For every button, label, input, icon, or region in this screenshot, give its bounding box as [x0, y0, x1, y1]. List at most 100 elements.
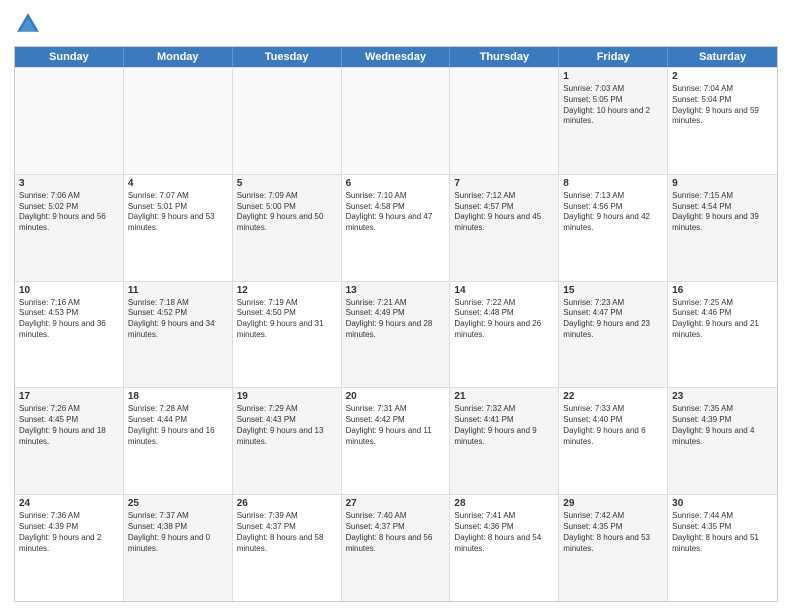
calendar-cell: 3 Sunrise: 7:06 AM Sunset: 5:02 PM Daylig…	[15, 175, 124, 281]
day-number: 28	[454, 498, 554, 509]
calendar-cell: 10 Sunrise: 7:16 AM Sunset: 4:53 PM Dayli…	[15, 282, 124, 388]
calendar-cell: 8 Sunrise: 7:13 AM Sunset: 4:56 PM Daylig…	[559, 175, 668, 281]
day-number: 23	[672, 391, 773, 402]
calendar-cell: 17Sunrise: 7:26 AM Sunset: 4:45 PM Dayli…	[15, 388, 124, 494]
cell-daylight-info: Sunrise: 7:25 AM Sunset: 4:46 PM Dayligh…	[672, 298, 773, 341]
cell-daylight-info: Sunrise: 7:13 AM Sunset: 4:56 PM Dayligh…	[563, 191, 663, 234]
calendar-cell: 29Sunrise: 7:42 AM Sunset: 4:35 PM Dayli…	[559, 495, 668, 601]
logo-icon	[14, 10, 42, 38]
day-number: 13	[346, 285, 446, 296]
calendar-cell: 15 Sunrise: 7:23 AM Sunset: 4:47 PM Dayli…	[559, 282, 668, 388]
calendar-cell: 13 Sunrise: 7:21 AM Sunset: 4:49 PM Dayli…	[342, 282, 451, 388]
day-of-week-header: Monday	[124, 47, 233, 67]
day-number: 24	[19, 498, 119, 509]
calendar-cell	[342, 68, 451, 174]
day-number: 14	[454, 285, 554, 296]
cell-daylight-info: Sunrise: 7:23 AM Sunset: 4:47 PM Dayligh…	[563, 298, 663, 341]
calendar-header: SundayMondayTuesdayWednesdayThursdayFrid…	[15, 47, 777, 67]
calendar-cell: 23Sunrise: 7:35 AM Sunset: 4:39 PM Dayli…	[668, 388, 777, 494]
cell-daylight-info: Sunrise: 7:06 AM Sunset: 5:02 PM Dayligh…	[19, 191, 119, 234]
day-number: 27	[346, 498, 446, 509]
calendar-cell: 7 Sunrise: 7:12 AM Sunset: 4:57 PM Daylig…	[450, 175, 559, 281]
day-number: 21	[454, 391, 554, 402]
calendar-cell: 2 Sunrise: 7:04 AM Sunset: 5:04 PM Daylig…	[668, 68, 777, 174]
day-number: 2	[672, 71, 773, 82]
calendar-cell	[124, 68, 233, 174]
day-number: 18	[128, 391, 228, 402]
calendar-cell: 27 Sunrise: 7:40 AM Sunset: 4:37 PM Dayli…	[342, 495, 451, 601]
day-number: 26	[237, 498, 337, 509]
day-number: 3	[19, 178, 119, 189]
calendar-cell: 22 Sunrise: 7:33 AM Sunset: 4:40 PM Dayli…	[559, 388, 668, 494]
cell-daylight-info: Sunrise: 7:10 AM Sunset: 4:58 PM Dayligh…	[346, 191, 446, 234]
calendar-cell: 6 Sunrise: 7:10 AM Sunset: 4:58 PM Daylig…	[342, 175, 451, 281]
cell-daylight-info: Sunrise: 7:03 AM Sunset: 5:05 PM Dayligh…	[563, 84, 663, 127]
cell-daylight-info: Sunrise: 7:31 AM Sunset: 4:42 PM Dayligh…	[346, 404, 446, 447]
calendar-cell	[450, 68, 559, 174]
calendar-cell: 21 Sunrise: 7:32 AM Sunset: 4:41 PM Dayli…	[450, 388, 559, 494]
cell-daylight-info: Sunrise: 7:12 AM Sunset: 4:57 PM Dayligh…	[454, 191, 554, 234]
day-number: 8	[563, 178, 663, 189]
calendar-cell: 18 Sunrise: 7:28 AM Sunset: 4:44 PM Dayli…	[124, 388, 233, 494]
calendar-body: 1 Sunrise: 7:03 AM Sunset: 5:05 PM Daylig…	[15, 67, 777, 601]
cell-daylight-info: Sunrise: 7:16 AM Sunset: 4:53 PM Dayligh…	[19, 298, 119, 341]
cell-daylight-info: Sunrise: 7:26 AM Sunset: 4:45 PM Dayligh…	[19, 404, 119, 447]
cell-daylight-info: Sunrise: 7:32 AM Sunset: 4:41 PM Dayligh…	[454, 404, 554, 447]
day-number: 12	[237, 285, 337, 296]
calendar-cell	[233, 68, 342, 174]
day-number: 30	[672, 498, 773, 509]
calendar-cell: 14Sunrise: 7:22 AM Sunset: 4:48 PM Dayli…	[450, 282, 559, 388]
day-number: 9	[672, 178, 773, 189]
cell-daylight-info: Sunrise: 7:15 AM Sunset: 4:54 PM Dayligh…	[672, 191, 773, 234]
day-of-week-header: Saturday	[668, 47, 777, 67]
cell-daylight-info: Sunrise: 7:04 AM Sunset: 5:04 PM Dayligh…	[672, 84, 773, 127]
calendar-cell: 16 Sunrise: 7:25 AM Sunset: 4:46 PM Dayli…	[668, 282, 777, 388]
cell-daylight-info: Sunrise: 7:42 AM Sunset: 4:35 PM Dayligh…	[563, 511, 663, 554]
calendar-week-row: 10 Sunrise: 7:16 AM Sunset: 4:53 PM Dayli…	[15, 281, 777, 388]
calendar-cell: 19 Sunrise: 7:29 AM Sunset: 4:43 PM Dayli…	[233, 388, 342, 494]
header	[14, 10, 778, 38]
cell-daylight-info: Sunrise: 7:19 AM Sunset: 4:50 PM Dayligh…	[237, 298, 337, 341]
cell-daylight-info: Sunrise: 7:21 AM Sunset: 4:49 PM Dayligh…	[346, 298, 446, 341]
calendar-cell: 4 Sunrise: 7:07 AM Sunset: 5:01 PM Daylig…	[124, 175, 233, 281]
calendar-cell: 5 Sunrise: 7:09 AM Sunset: 5:00 PM Daylig…	[233, 175, 342, 281]
day-number: 16	[672, 285, 773, 296]
day-of-week-header: Tuesday	[233, 47, 342, 67]
cell-daylight-info: Sunrise: 7:28 AM Sunset: 4:44 PM Dayligh…	[128, 404, 228, 447]
day-number: 6	[346, 178, 446, 189]
day-number: 15	[563, 285, 663, 296]
cell-daylight-info: Sunrise: 7:41 AM Sunset: 4:36 PM Dayligh…	[454, 511, 554, 554]
calendar-week-row: 17Sunrise: 7:26 AM Sunset: 4:45 PM Dayli…	[15, 387, 777, 494]
day-of-week-header: Friday	[559, 47, 668, 67]
day-number: 22	[563, 391, 663, 402]
cell-daylight-info: Sunrise: 7:09 AM Sunset: 5:00 PM Dayligh…	[237, 191, 337, 234]
calendar-cell: 28 Sunrise: 7:41 AM Sunset: 4:36 PM Dayli…	[450, 495, 559, 601]
cell-daylight-info: Sunrise: 7:29 AM Sunset: 4:43 PM Dayligh…	[237, 404, 337, 447]
day-number: 20	[346, 391, 446, 402]
calendar-cell: 26Sunrise: 7:39 AM Sunset: 4:37 PM Dayli…	[233, 495, 342, 601]
calendar-cell: 9 Sunrise: 7:15 AM Sunset: 4:54 PM Daylig…	[668, 175, 777, 281]
cell-daylight-info: Sunrise: 7:36 AM Sunset: 4:39 PM Dayligh…	[19, 511, 119, 554]
day-of-week-header: Sunday	[15, 47, 124, 67]
cell-daylight-info: Sunrise: 7:37 AM Sunset: 4:38 PM Dayligh…	[128, 511, 228, 554]
page: SundayMondayTuesdayWednesdayThursdayFrid…	[0, 0, 792, 612]
calendar-cell	[15, 68, 124, 174]
cell-daylight-info: Sunrise: 7:07 AM Sunset: 5:01 PM Dayligh…	[128, 191, 228, 234]
day-number: 7	[454, 178, 554, 189]
day-number: 25	[128, 498, 228, 509]
cell-daylight-info: Sunrise: 7:18 AM Sunset: 4:52 PM Dayligh…	[128, 298, 228, 341]
calendar-cell: 1 Sunrise: 7:03 AM Sunset: 5:05 PM Daylig…	[559, 68, 668, 174]
cell-daylight-info: Sunrise: 7:40 AM Sunset: 4:37 PM Dayligh…	[346, 511, 446, 554]
day-number: 4	[128, 178, 228, 189]
calendar-cell: 12 Sunrise: 7:19 AM Sunset: 4:50 PM Dayli…	[233, 282, 342, 388]
day-number: 19	[237, 391, 337, 402]
calendar-cell: 20 Sunrise: 7:31 AM Sunset: 4:42 PM Dayli…	[342, 388, 451, 494]
calendar-cell: 24 Sunrise: 7:36 AM Sunset: 4:39 PM Dayli…	[15, 495, 124, 601]
day-of-week-header: Wednesday	[342, 47, 451, 67]
calendar-week-row: 24 Sunrise: 7:36 AM Sunset: 4:39 PM Dayli…	[15, 494, 777, 601]
day-number: 5	[237, 178, 337, 189]
day-number: 10	[19, 285, 119, 296]
day-of-week-header: Thursday	[450, 47, 559, 67]
cell-daylight-info: Sunrise: 7:33 AM Sunset: 4:40 PM Dayligh…	[563, 404, 663, 447]
day-number: 1	[563, 71, 663, 82]
